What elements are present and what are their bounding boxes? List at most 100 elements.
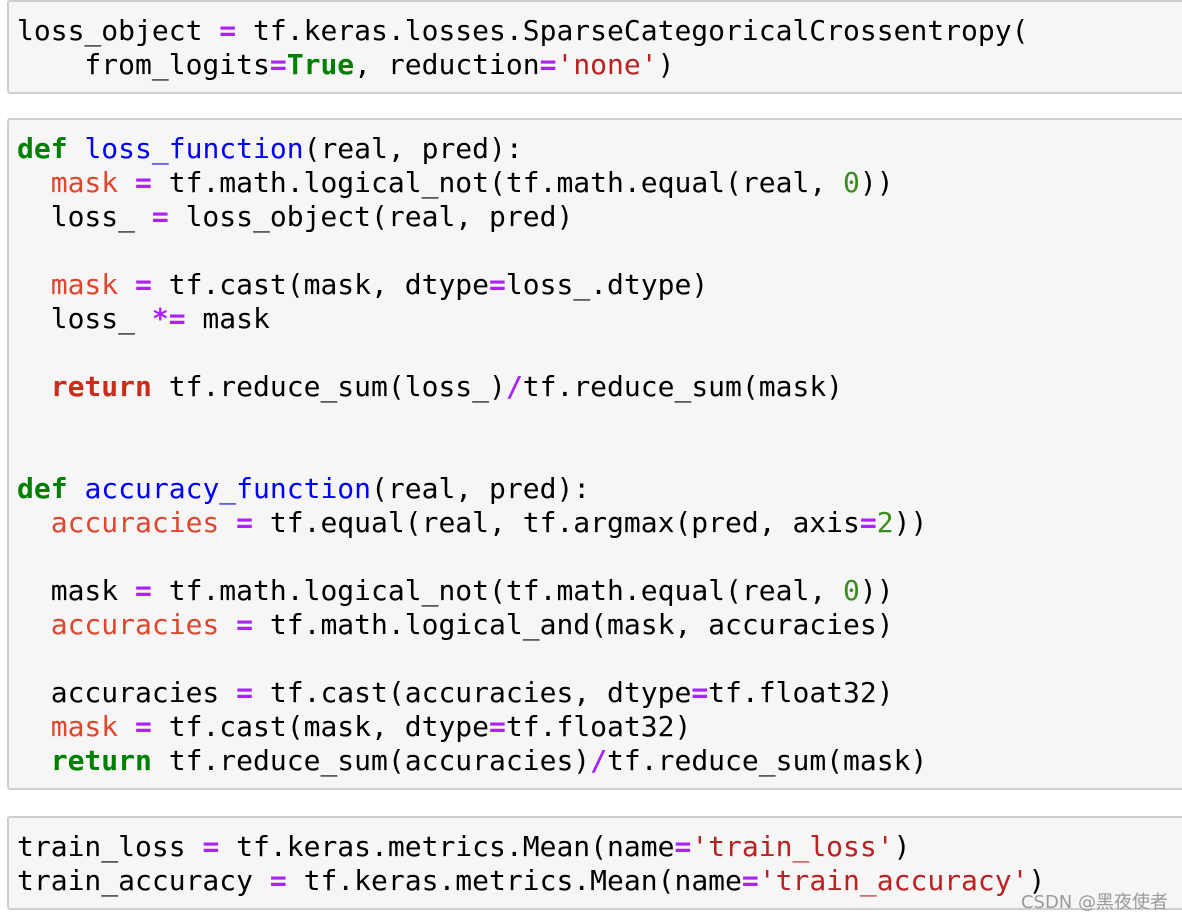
code-line: loss_object = tf.keras.losses.SparseCate… [17,14,1028,48]
code-token: def [17,132,68,165]
code-cell-1[interactable]: loss_object = tf.keras.losses.SparseCate… [7,0,1182,94]
code-token: = [135,166,152,199]
code-token: loss_object(real, pred) [168,200,574,233]
code-line: mask = tf.cast(mask, dtype=loss_.dtype) [17,268,927,302]
code-token: train_accuracy [17,864,270,897]
code-token: = [269,48,287,81]
code-token: True [286,48,355,81]
code-token: tf.float32) [505,710,692,743]
code-token: mask [185,302,270,335]
code-token: return [50,744,152,777]
code-token: tf.reduce_sum(mask) [607,744,928,777]
code-token: = [489,710,506,743]
code-line: accuracies = tf.math.logical_and(mask, a… [17,608,927,642]
code-line: loss_ *= mask [17,302,927,336]
code-line: mask = tf.math.logical_not(tf.math.equal… [17,166,927,200]
code-token: loss_ [17,200,152,233]
code-block-3: train_loss = tf.keras.metrics.Mean(name=… [17,830,1045,898]
code-token: accuracies [17,676,237,709]
code-token: train_loss [17,830,203,863]
code-token: def [17,472,68,505]
code-token: mask [50,166,119,199]
code-token: tf.cast(mask, dtype [151,710,490,743]
code-token: ) [893,830,911,863]
code-token: = [236,506,254,539]
code-token: tf.reduce_sum(loss_) [151,370,506,403]
code-token: )) [893,506,928,539]
code-token: loss_object [17,14,220,47]
code-line: train_accuracy = tf.keras.metrics.Mean(n… [17,864,1045,898]
code-line: mask = tf.math.logical_not(tf.math.equal… [17,574,927,608]
code-line: return tf.reduce_sum(loss_)/tf.reduce_su… [17,370,927,404]
code-token: / [590,744,608,777]
code-block-2: def loss_function(real, pred): mask = tf… [17,132,927,778]
code-token: = [539,48,557,81]
code-token: = [489,268,506,301]
code-token: = [135,574,152,607]
code-token: from_logits [17,48,270,81]
code-block-1: loss_object = tf.keras.losses.SparseCate… [17,14,1028,82]
code-token: *= [151,302,186,335]
code-token: = [202,830,220,863]
code-token: accuracies [50,506,220,539]
code-cell-2[interactable]: def loss_function(real, pred): mask = tf… [7,118,1182,790]
code-line: from_logits=True, reduction='none') [17,48,1028,82]
code-token: tf.math.logical_not(tf.math.equal(real, [151,574,844,607]
code-token: tf.float32) [708,676,894,709]
code-cell-3[interactable]: train_loss = tf.keras.metrics.Mean(name=… [7,816,1182,910]
code-line: mask = tf.cast(mask, dtype=tf.float32) [17,710,927,744]
code-token: )) [859,574,894,607]
code-token: accuracy_function [84,472,372,505]
code-token: = [151,200,169,233]
code-token: = [674,830,692,863]
code-token: accuracies [50,608,220,641]
code-token: loss_function [84,132,304,165]
code-token: = [691,676,709,709]
code-token: return [50,370,152,403]
code-token: tf.reduce_sum(accuracies) [151,744,591,777]
code-token: 2 [876,506,894,539]
code-token: ) [657,48,675,81]
code-token: loss_ [17,302,152,335]
code-token: (real, pred): [303,132,523,165]
code-token: tf.reduce_sum(mask) [522,370,844,403]
code-token: tf.math.logical_not(tf.math.equal(real, [151,166,844,199]
code-line: def accuracy_function(real, pred): [17,472,927,506]
code-token: = [236,608,254,641]
code-token: tf.keras.metrics.Mean(name [286,864,742,897]
code-token: 'train_loss' [691,830,894,863]
code-line: accuracies = tf.equal(real, tf.argmax(pr… [17,506,928,540]
code-token: = [236,676,254,709]
code-line: accuracies = tf.cast(accuracies, dtype=t… [17,676,927,710]
code-token: mask [17,574,136,607]
code-token: / [505,370,523,403]
code-token: tf.keras.metrics.Mean(name [219,830,675,863]
code-token: tf.cast(accuracies, dtype [253,676,692,709]
code-token: 0 [843,166,860,199]
code-token: mask [50,710,119,743]
code-token: 'train_accuracy' [758,864,1029,897]
csdn-watermark: CSDN @黑夜使者 [1020,892,1168,913]
code-token: = [135,710,152,743]
code-token: loss_.dtype) [505,268,709,301]
code-line: return tf.reduce_sum(accuracies)/tf.redu… [17,744,928,778]
code-token: = [859,506,877,539]
code-token: = [135,268,152,301]
